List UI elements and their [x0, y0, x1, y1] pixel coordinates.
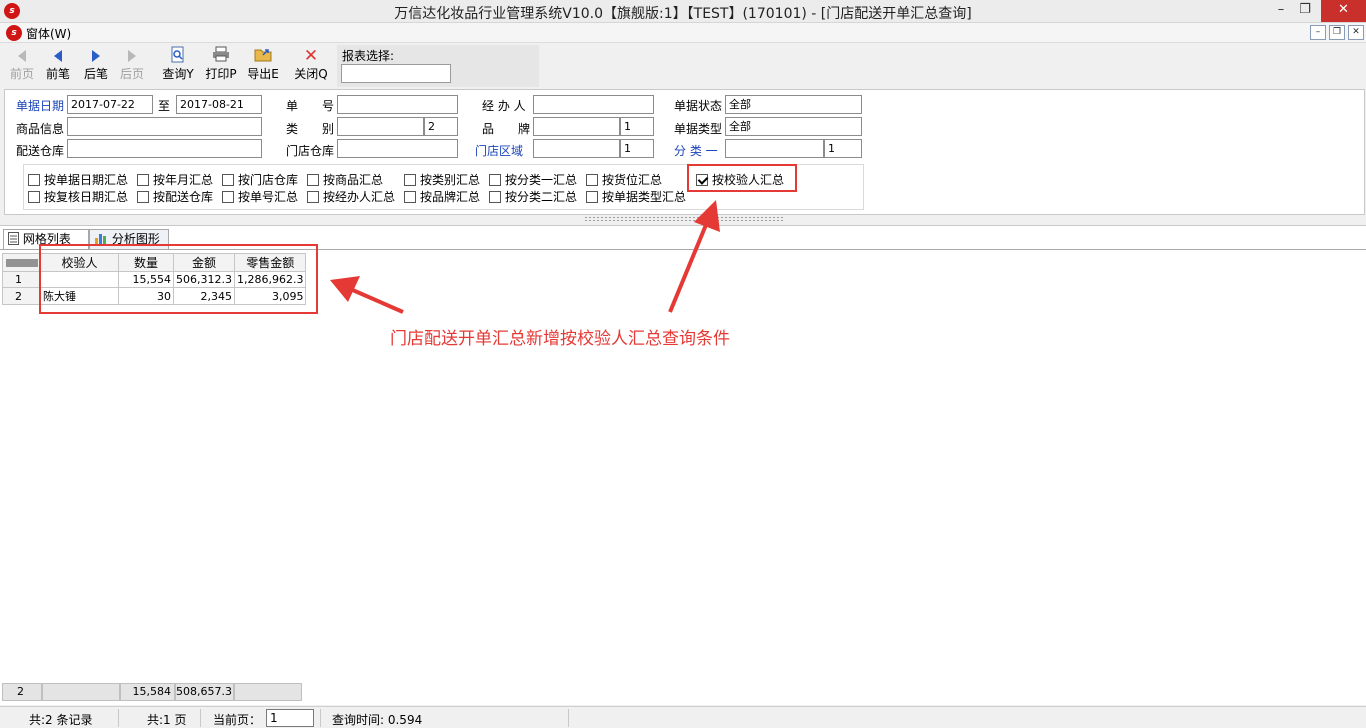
current-page-input[interactable]: 1 — [266, 709, 314, 727]
status-separator — [118, 709, 119, 727]
record-count: 共:2 条记录 — [29, 713, 93, 727]
status-separator — [200, 709, 201, 727]
query-time: 查询时间: 0.594 — [332, 713, 423, 727]
annotation-arrows — [330, 200, 720, 314]
page-count: 共:1 页 — [147, 713, 187, 727]
status-bar: 共:2 条记录 共:1 页 当前页： 1 查询时间: 0.594 — [0, 706, 1366, 728]
arrow-to-grid-icon — [330, 276, 404, 314]
status-separator — [320, 709, 321, 727]
status-separator — [568, 709, 569, 727]
current-page-label: 当前页： — [213, 713, 262, 727]
arrow-to-checkbox-icon — [668, 200, 720, 313]
